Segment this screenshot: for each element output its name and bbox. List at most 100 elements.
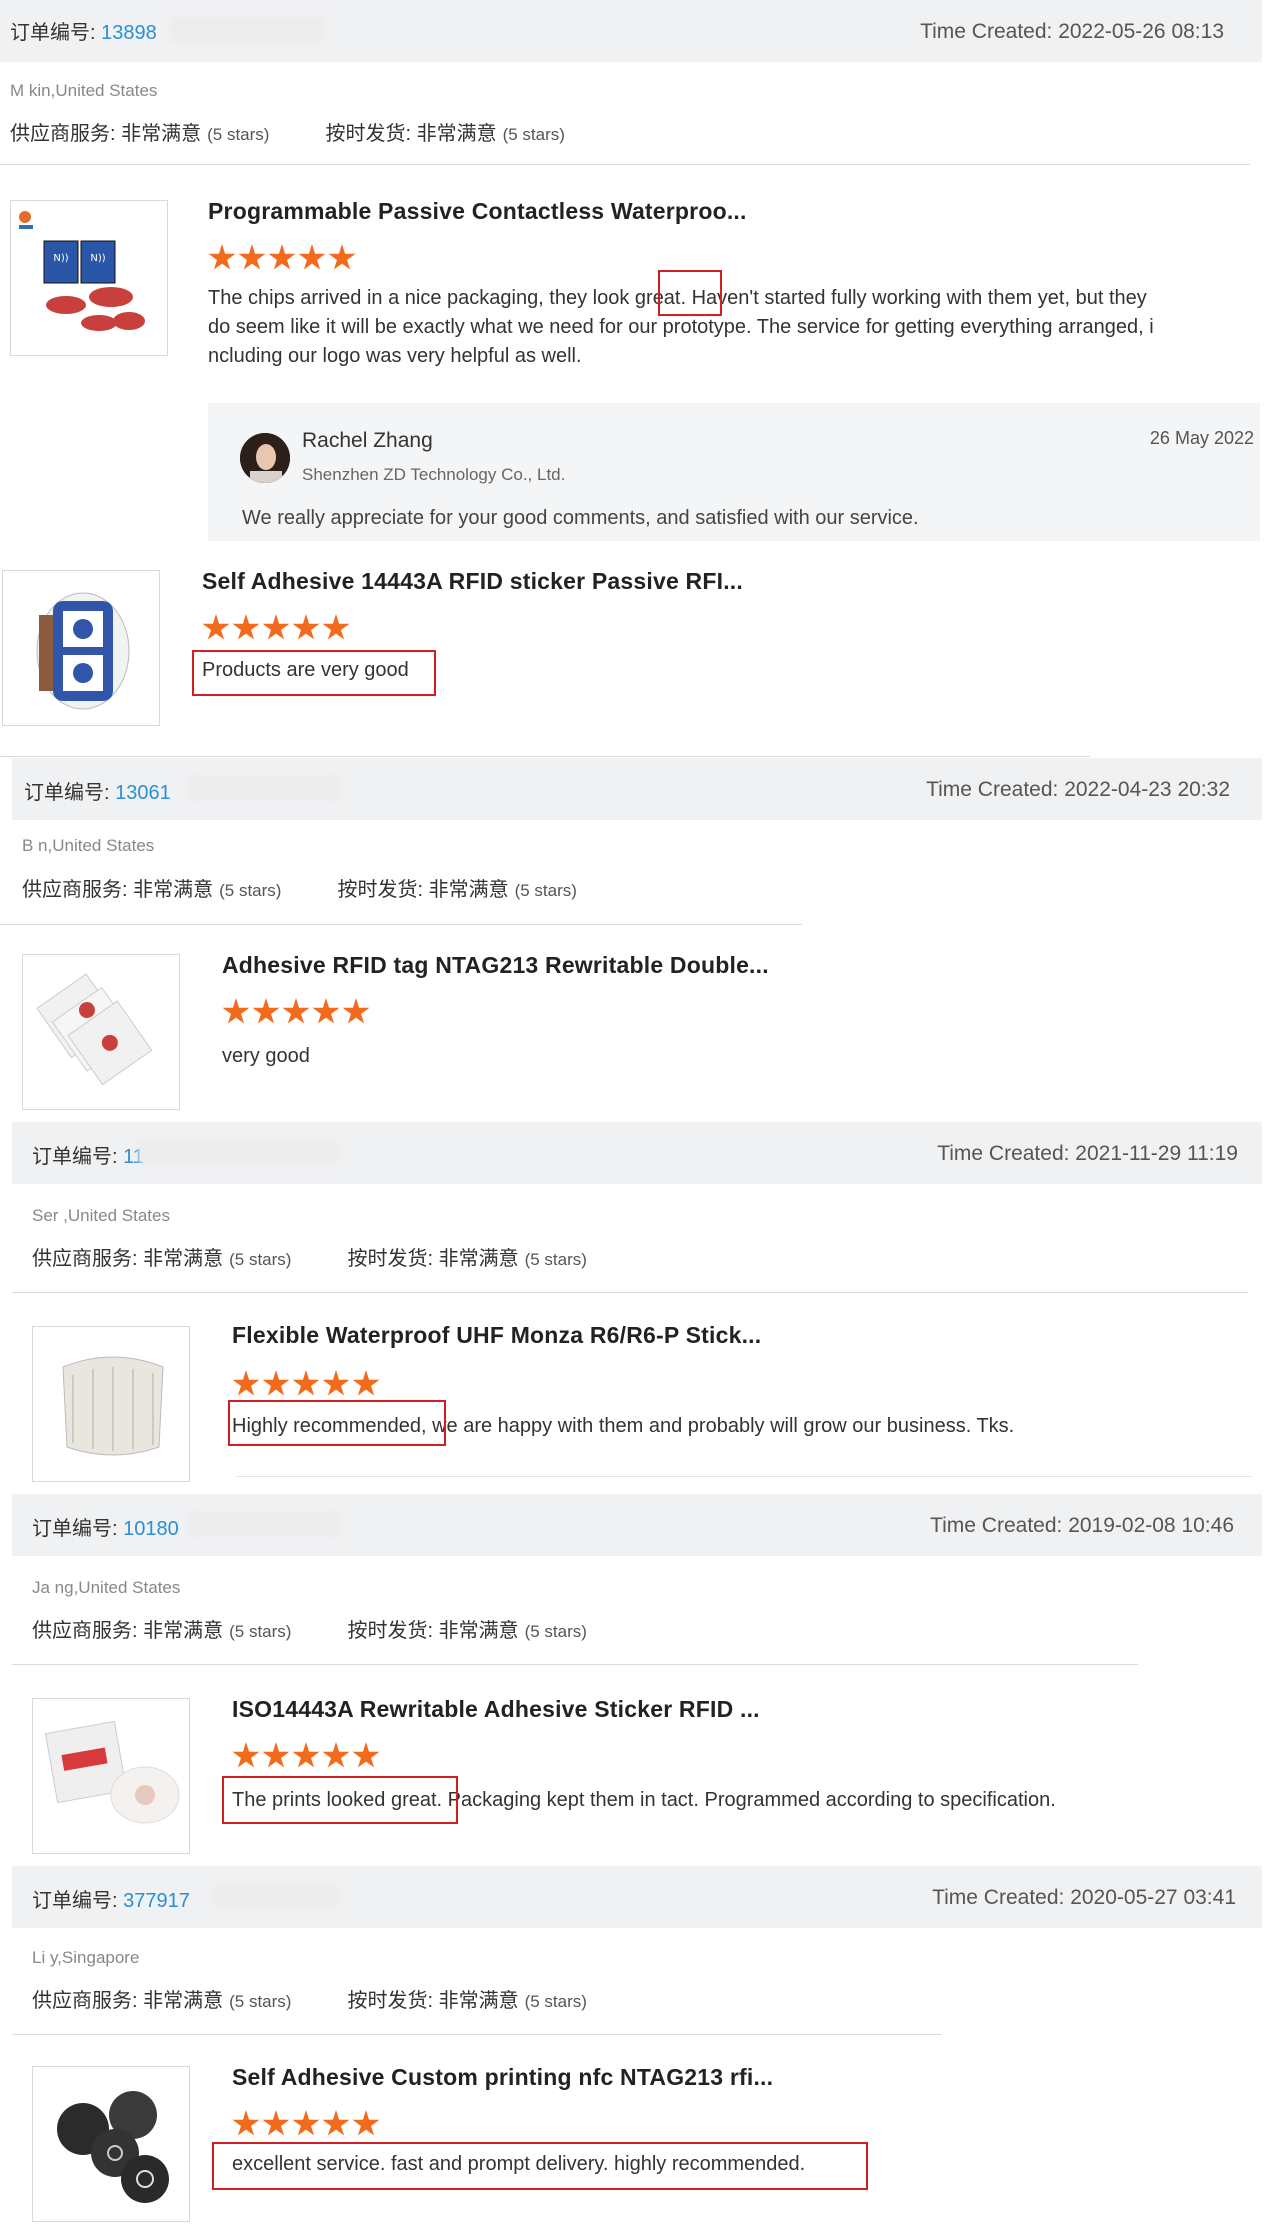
order-header: 订单编号: 13061 Time Created: 2022-04-23 20:… — [12, 758, 1262, 820]
star-icon — [292, 1370, 320, 1396]
order-header: 订单编号: 11 Time Created: 2021-11-29 11:19 — [12, 1122, 1262, 1184]
star-icon — [322, 1742, 350, 1768]
seller-ratings: 供应商服务: 非常满意 (5 stars) 按时发货: 非常满意 (5 stars) — [32, 1620, 587, 1642]
time-created: Time Created: 2020-05-27 03:41 — [932, 1886, 1236, 1909]
order-header: 订单编号: 13898 Time Created: 2022-05-26 08:… — [0, 0, 1262, 62]
product-thumbnail[interactable] — [32, 2066, 190, 2222]
divider — [236, 1476, 1252, 1477]
order-header: 订单编号: 10180 Time Created: 2019-02-08 10:… — [12, 1494, 1262, 1556]
star-rating — [232, 1370, 382, 1400]
star-icon — [328, 244, 356, 270]
reply-company: Shenzhen ZD Technology Co., Ltd. — [302, 465, 566, 484]
time-created: Time Created: 2022-05-26 08:13 — [920, 20, 1224, 43]
star-icon — [282, 998, 310, 1024]
star-rating — [232, 1742, 382, 1772]
star-icon — [232, 1370, 260, 1396]
product-thumbnail[interactable] — [32, 1326, 190, 1482]
tag-stack-image — [23, 955, 179, 1109]
star-icon — [262, 1370, 290, 1396]
redaction — [170, 18, 325, 42]
nfc-disc-tags-image — [33, 2067, 189, 2221]
order-number-link[interactable]: 377917 — [123, 1890, 190, 1912]
order-number: 订单编号: 13061 — [24, 782, 171, 804]
product-title[interactable]: Self Adhesive 14443A RFID sticker Passiv… — [202, 568, 743, 595]
order-number-link[interactable]: 13061 — [115, 782, 171, 804]
divider — [0, 756, 1090, 757]
redaction — [190, 776, 340, 800]
product-thumbnail[interactable] — [22, 954, 180, 1110]
star-icon — [232, 2110, 260, 2136]
product-title[interactable]: Flexible Waterproof UHF Monza R6/R6-P St… — [232, 1322, 761, 1349]
star-icon — [262, 2110, 290, 2136]
star-icon — [208, 244, 236, 270]
highlight-box — [212, 2142, 868, 2190]
redaction — [190, 1512, 340, 1536]
star-icon — [292, 614, 320, 640]
reply-text: We really appreciate for your good comme… — [242, 507, 919, 529]
svg-text:N)): N)) — [53, 253, 68, 264]
star-icon — [238, 244, 266, 270]
divider — [12, 2034, 942, 2035]
product-thumbnail[interactable] — [2, 570, 160, 726]
product-title[interactable]: Adhesive RFID tag NTAG213 Rewritable Dou… — [222, 952, 769, 979]
divider — [12, 1292, 1248, 1293]
star-icon — [292, 1742, 320, 1768]
buyer-location: Ja ng,United States — [32, 1578, 181, 1597]
star-icon — [352, 2110, 380, 2136]
redaction — [138, 1140, 338, 1164]
time-created: Time Created: 2019-02-08 10:46 — [930, 1514, 1234, 1537]
star-icon — [312, 998, 340, 1024]
star-icon — [222, 998, 250, 1024]
product-title[interactable]: Self Adhesive Custom printing nfc NTAG21… — [232, 2064, 773, 2091]
star-icon — [232, 614, 260, 640]
order-number-link[interactable]: 10180 — [123, 1518, 179, 1540]
product-thumbnail[interactable] — [32, 1698, 190, 1854]
divider — [0, 164, 1250, 165]
product-title[interactable]: Programmable Passive Contactless Waterpr… — [208, 198, 747, 225]
star-icon — [268, 244, 296, 270]
highlight-box — [192, 650, 436, 696]
buyer-location: B n,United States — [22, 836, 155, 855]
redaction — [212, 1884, 338, 1908]
star-icon — [322, 614, 350, 640]
nfc-card-image: N)) N)) — [11, 201, 167, 355]
star-icon — [292, 2110, 320, 2136]
svg-text:N)): N)) — [90, 253, 105, 264]
review-text: very good — [222, 1045, 310, 1067]
star-icon — [232, 1742, 260, 1768]
buyer-location: Ser ,United States — [32, 1206, 170, 1225]
star-icon — [352, 1370, 380, 1396]
star-icon — [262, 1742, 290, 1768]
star-rating — [202, 614, 352, 644]
order-header: 订单编号: 377917 Time Created: 2020-05-27 03… — [12, 1866, 1262, 1928]
order-number: 订单编号: 11 — [32, 1146, 144, 1168]
highlight-box — [658, 270, 722, 316]
seller-ratings: 供应商服务: 非常满意 (5 stars) 按时发货: 非常满意 (5 stars) — [22, 879, 577, 901]
reply-author: Rachel Zhang — [302, 429, 433, 452]
seller-ratings: 供应商服务: 非常满意 (5 stars) 按时发货: 非常满意 (5 stars) — [32, 1248, 587, 1270]
star-rating — [208, 244, 358, 274]
review-text: The chips arrived in a nice packaging, t… — [208, 287, 1154, 367]
order-number-link[interactable]: 13898 — [101, 22, 157, 44]
star-icon — [322, 1370, 350, 1396]
product-thumbnail[interactable]: N)) N)) — [10, 200, 168, 356]
divider — [0, 924, 802, 925]
star-icon — [342, 998, 370, 1024]
star-icon — [298, 244, 326, 270]
sticker-roll-image — [3, 571, 159, 725]
star-rating — [232, 2110, 382, 2140]
order-number: 订单编号: 10180 — [32, 1518, 179, 1540]
star-rating — [222, 998, 372, 1028]
buyer-location: Li y,Singapore — [32, 1948, 140, 1967]
highlight-box — [222, 1776, 458, 1824]
star-icon — [322, 2110, 350, 2136]
star-icon — [262, 614, 290, 640]
reply-date: 26 May 2022 — [1149, 428, 1254, 448]
seller-ratings: 供应商服务: 非常满意 (5 stars) 按时发货: 非常满意 (5 stars) — [32, 1990, 587, 2012]
buyer-location: M kin,United States — [10, 81, 158, 100]
avatar — [240, 433, 290, 483]
uhf-label-roll-image — [33, 1327, 189, 1481]
star-icon — [252, 998, 280, 1024]
seller-reply: Rachel Zhang Shenzhen ZD Technology Co.,… — [208, 403, 1260, 541]
product-title[interactable]: ISO14443A Rewritable Adhesive Sticker RF… — [232, 1696, 760, 1723]
